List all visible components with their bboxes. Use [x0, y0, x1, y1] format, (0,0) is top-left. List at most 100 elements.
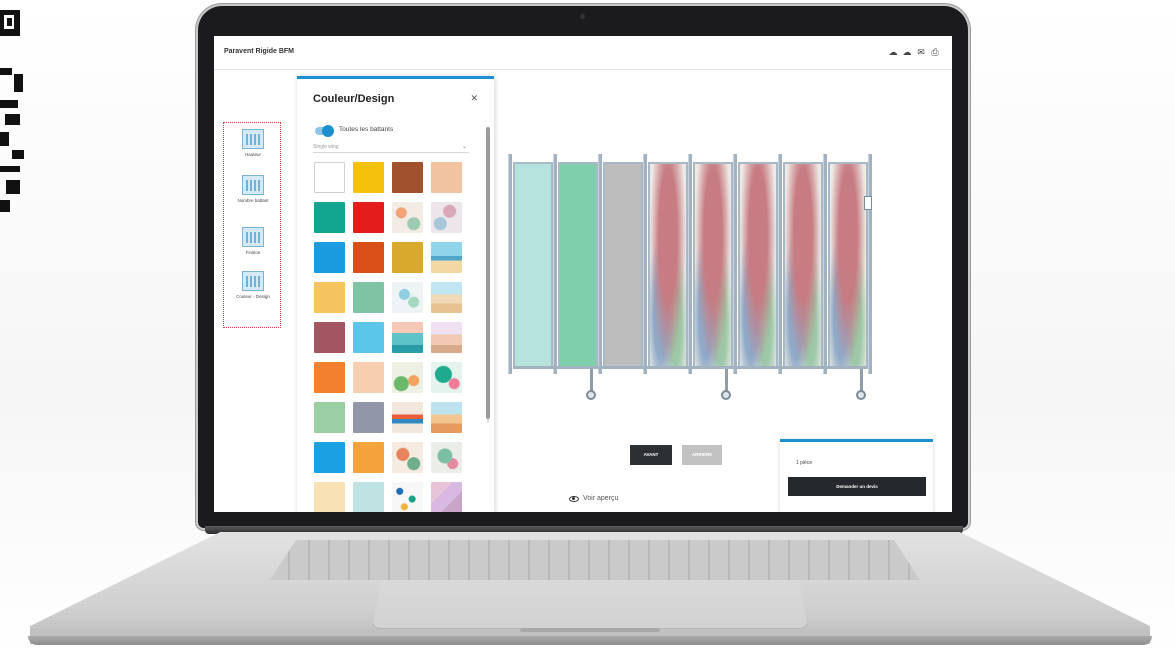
color-swatch[interactable] [431, 242, 462, 273]
color-swatch[interactable] [314, 362, 345, 393]
scrollbar-thumb[interactable] [486, 127, 490, 419]
step-nombre-battant[interactable]: Nombre battant [224, 175, 282, 204]
color-swatch[interactable] [392, 442, 423, 473]
back-view-button[interactable]: ARRIÈRE [682, 445, 722, 465]
color-swatch[interactable] [314, 282, 345, 313]
color-swatch[interactable] [353, 402, 384, 433]
caster-wheel [855, 390, 866, 400]
color-swatch[interactable] [431, 482, 462, 512]
configurator-steps: Hauteur Nombre battant Finition Couleur … [223, 122, 281, 328]
color-swatch[interactable] [431, 362, 462, 393]
partition-post [688, 154, 692, 374]
color-swatch[interactable] [353, 242, 384, 273]
quantity-text: 1 pièce [796, 460, 813, 466]
step-label: Nombre battant [237, 198, 269, 203]
toggle-label: Toutes les battants [339, 126, 394, 133]
color-swatch[interactable] [314, 442, 345, 473]
wing-select-value: Single wing [313, 144, 339, 150]
partition-post [823, 154, 827, 374]
panel-handle[interactable] [864, 196, 872, 210]
color-swatch[interactable] [392, 482, 423, 512]
keyboard [270, 540, 920, 580]
color-swatch[interactable] [392, 242, 423, 273]
partition-post [598, 154, 602, 374]
color-swatch[interactable] [431, 322, 462, 353]
preview-link[interactable]: Voir aperçu [569, 495, 618, 502]
all-leaves-toggle[interactable] [315, 125, 334, 137]
color-swatch[interactable] [392, 322, 423, 353]
partition-leaf[interactable] [648, 162, 688, 368]
partition-rail [513, 366, 868, 369]
partition-finish-icon [242, 227, 264, 247]
caster-wheel [586, 390, 597, 400]
step-label: Hauteur [244, 152, 261, 157]
eye-icon [569, 495, 579, 502]
step-hauteur[interactable]: Hauteur [224, 129, 282, 158]
color-swatch[interactable] [314, 402, 345, 433]
color-swatch[interactable] [392, 202, 423, 233]
color-swatch[interactable] [431, 442, 462, 473]
partition-leaf[interactable] [693, 162, 733, 368]
color-swatch[interactable] [431, 402, 462, 433]
partition-post [553, 154, 557, 374]
cloud-icon[interactable]: ☁ [888, 47, 898, 57]
color-swatch[interactable] [314, 202, 345, 233]
laptop-screen: Paravent Rigide BFM ☁ ☁ ✉ ⎙ Hauteur Nomb… [214, 36, 952, 512]
color-swatch[interactable] [392, 282, 423, 313]
partition-color-icon [242, 271, 264, 291]
camera [580, 14, 585, 19]
qr-code [0, 10, 26, 215]
partition-leaf[interactable] [603, 162, 643, 368]
step-label: Couleur - Design [236, 294, 270, 299]
partition-leaf[interactable] [513, 162, 553, 368]
color-swatch[interactable] [392, 362, 423, 393]
color-swatch[interactable] [353, 202, 384, 233]
color-swatch[interactable] [353, 482, 384, 512]
step-label: Finition [245, 250, 261, 255]
partition-leaf[interactable] [738, 162, 778, 368]
color-swatch[interactable] [353, 322, 384, 353]
cloud-upload-icon[interactable]: ☁ [902, 47, 912, 57]
step-finition[interactable]: Finition [224, 227, 282, 256]
partition-leaf[interactable] [828, 162, 868, 368]
laptop-notch [520, 628, 660, 632]
color-swatch[interactable] [314, 482, 345, 512]
swatch-grid [314, 162, 462, 512]
partition-leaf[interactable] [558, 162, 598, 368]
laptop-base-edge [28, 636, 1152, 645]
partition-leaf[interactable] [783, 162, 823, 368]
partition-count-icon [242, 175, 264, 195]
color-swatch[interactable] [392, 162, 423, 193]
color-swatch[interactable] [353, 362, 384, 393]
partition-height-icon [242, 129, 264, 149]
color-swatch[interactable] [353, 282, 384, 313]
print-icon[interactable]: ⎙ [930, 47, 940, 57]
caster-wheel [721, 390, 731, 400]
color-swatch[interactable] [431, 162, 462, 193]
chevron-down-icon: ⌄ [461, 144, 467, 150]
front-view-button[interactable]: AVANT [630, 445, 672, 465]
color-swatch[interactable] [431, 282, 462, 313]
color-swatch[interactable] [314, 322, 345, 353]
color-swatch[interactable] [353, 162, 384, 193]
color-swatch[interactable] [353, 442, 384, 473]
color-swatch[interactable] [314, 162, 345, 193]
color-design-panel: Couleur/Design ✕ Toutes les battants Sin… [297, 76, 494, 512]
partition-preview [503, 154, 872, 404]
color-swatch[interactable] [314, 242, 345, 273]
step-couleur-design[interactable]: Couleur - Design [224, 271, 282, 300]
color-swatch[interactable] [392, 402, 423, 433]
mail-icon[interactable]: ✉ [916, 47, 926, 57]
app-title: Paravent Rigide BFM [224, 48, 295, 55]
color-swatch[interactable] [431, 202, 462, 233]
preview-link-label: Voir aperçu [583, 495, 619, 502]
app-header: Paravent Rigide BFM ☁ ☁ ✉ ⎙ [214, 36, 952, 70]
partition-post [643, 154, 647, 374]
quote-box: 1 pièce Demander un devis [780, 439, 933, 512]
partition-post [868, 154, 872, 374]
laptop-lid: Paravent Rigide BFM ☁ ☁ ✉ ⎙ Hauteur Nomb… [198, 6, 968, 528]
close-icon[interactable]: ✕ [470, 93, 478, 104]
wing-select[interactable]: Single wing ⌄ [313, 141, 469, 153]
request-quote-button[interactable]: Demander un devis [788, 477, 926, 496]
header-actions: ☁ ☁ ✉ ⎙ [888, 47, 940, 57]
